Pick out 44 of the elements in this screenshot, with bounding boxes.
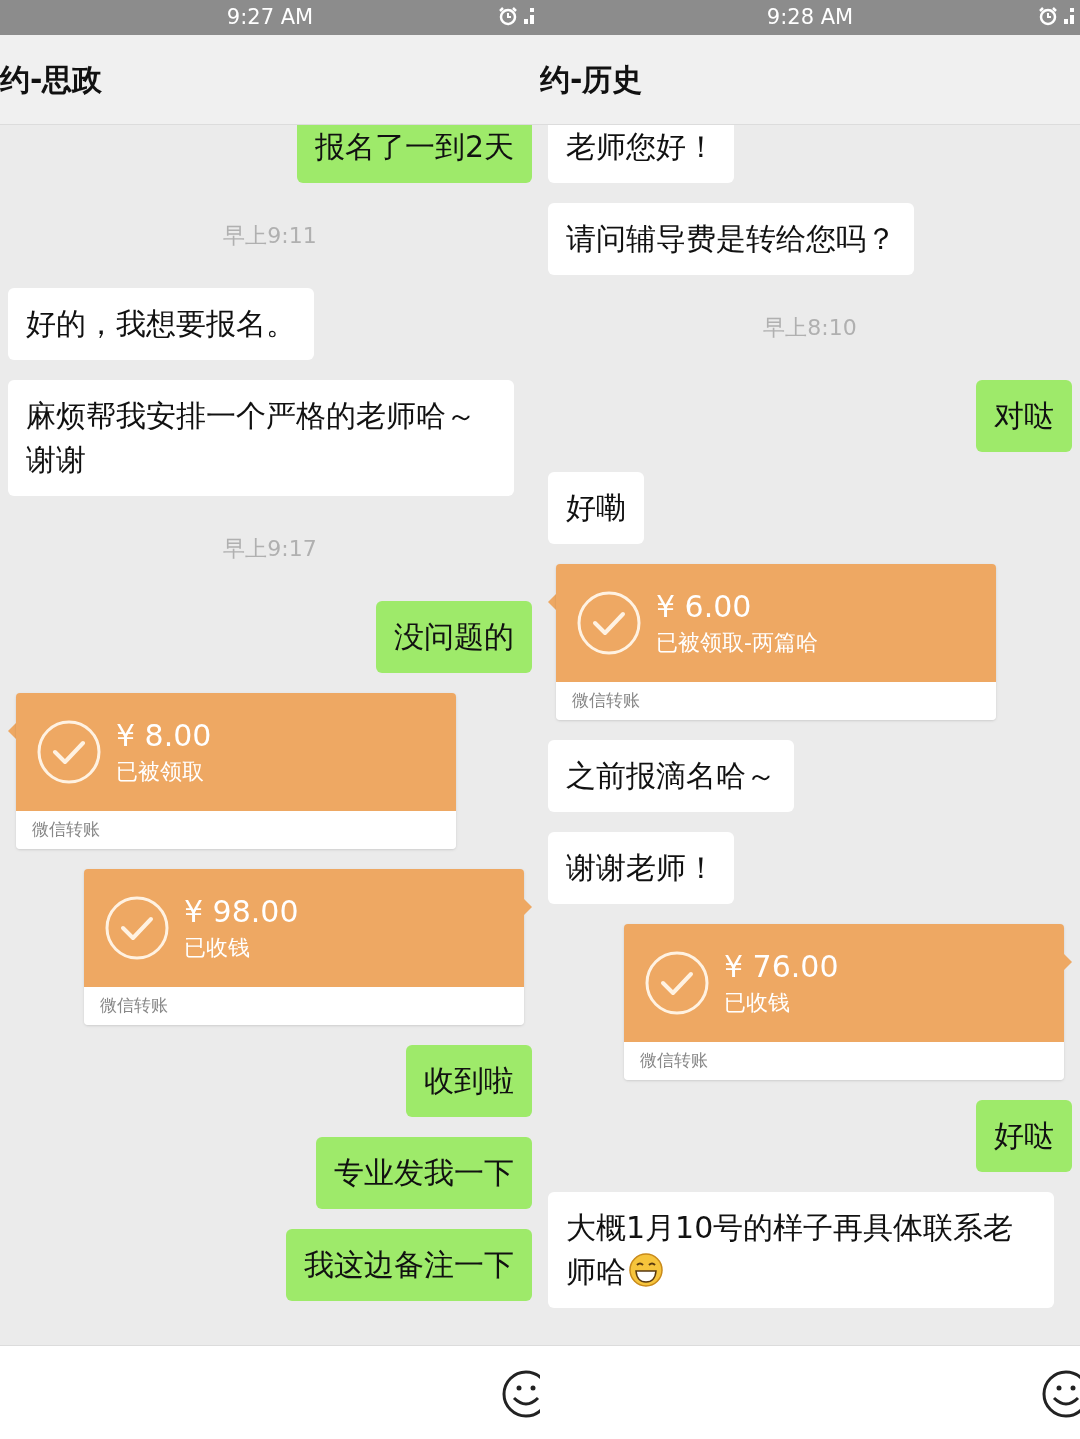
message-bubble: 之前报滴名哈～ (548, 740, 794, 812)
chat-title: 约-思政 (0, 61, 103, 99)
transfer-status: 已收钱 (184, 933, 251, 962)
transfer-amount: ¥ 76.00 (724, 947, 839, 986)
message-bubble: 大概1月10号的样子再具体联系老师哈 (548, 1192, 1054, 1308)
message-bubble: 专业发我一下 (316, 1137, 532, 1209)
message-bubble: 好的，我想要报名。 (8, 288, 314, 360)
message-bubble: 好嘞 (548, 472, 644, 544)
transfer-label: 微信转账 (100, 994, 168, 1018)
message-bubble: 报名了一到2天 (296, 125, 532, 183)
emoji-button-icon[interactable] (1040, 1368, 1080, 1420)
chat-title: 约-历史 (540, 61, 643, 99)
message-bubble: 收到啦 (406, 1045, 532, 1117)
message-bubble: 我这边备注一下 (286, 1229, 532, 1301)
timestamp: 早上9:17 (223, 536, 317, 561)
check-circle-icon (36, 719, 102, 785)
transfer-label: 微信转账 (572, 689, 640, 713)
alarm-icon (1038, 6, 1058, 26)
signal-icon (1064, 6, 1076, 26)
timestamp: 早上8:10 (763, 315, 857, 340)
message-bubble: 请问辅导费是转给您吗？ (548, 203, 914, 275)
status-time: 9:27 AM (226, 3, 314, 31)
transfer-label: 微信转账 (32, 818, 100, 842)
message-bubble: 麻烦帮我安排一个严格的老师哈～谢谢 (8, 380, 514, 496)
status-time: 9:28 AM (766, 3, 854, 31)
message-bubble: 对哒 (976, 380, 1072, 452)
transfer-amount: ¥ 98.00 (184, 892, 299, 931)
transfer-status: 已被领取-两篇哈 (656, 628, 818, 657)
transfer-label: 微信转账 (640, 1049, 708, 1073)
alarm-icon (498, 6, 518, 26)
transfer-status: 已被领取 (116, 757, 205, 786)
transfer-status: 已收钱 (724, 988, 791, 1017)
message-bubble: 没问题的 (376, 601, 532, 673)
transfer-amount: ¥ 8.00 (116, 716, 212, 755)
message-bubble: 好哒 (976, 1100, 1072, 1172)
check-circle-icon (644, 950, 710, 1016)
signal-icon (524, 6, 536, 26)
emoji-button-icon[interactable] (500, 1368, 540, 1420)
check-circle-icon (104, 895, 170, 961)
transfer-amount: ¥ 6.00 (656, 587, 753, 626)
message-bubble: 谢谢老师！ (548, 832, 734, 904)
message-bubble: 老师您好！ (548, 125, 734, 183)
check-circle-icon (576, 590, 642, 656)
timestamp: 早上9:11 (223, 223, 317, 248)
